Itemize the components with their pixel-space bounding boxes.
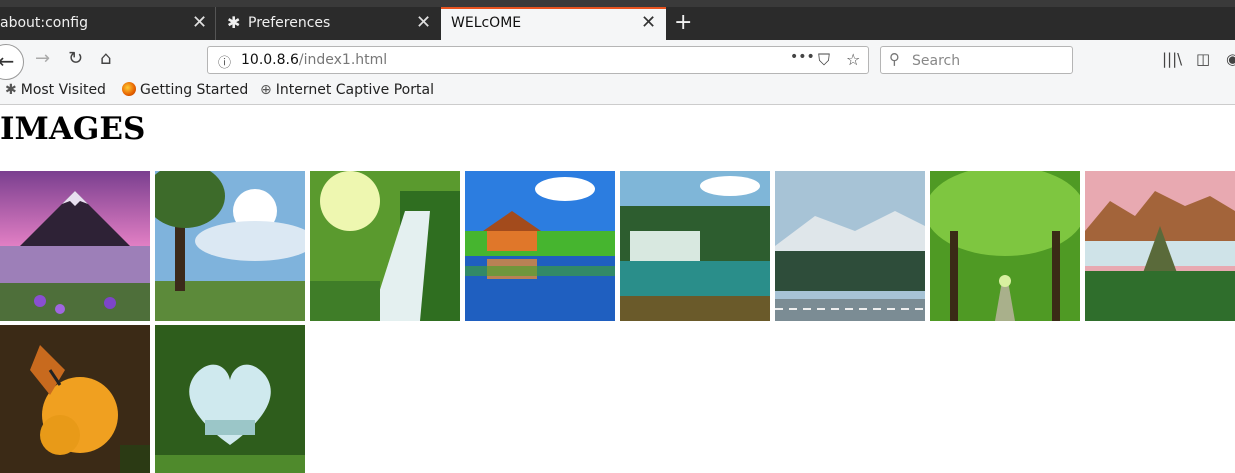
bookmark-captive-portal[interactable]: ⊕ Internet Captive Portal: [260, 82, 434, 98]
bookmarks-toolbar: ✱ Most Visited Getting Started ⊕ Internet …: [0, 80, 1235, 105]
account-icon[interactable]: ◉: [1226, 50, 1235, 68]
page-actions-icon[interactable]: •••: [790, 49, 815, 65]
page-heading: IMAGES: [0, 111, 146, 147]
new-tab-icon[interactable]: +: [674, 10, 692, 35]
nav-bar: ← → ↻ ⌂ ⓘ 10.0.8.6/index1.html ••• ⛉ ☆ ⚲…: [0, 40, 1235, 80]
url-text[interactable]: 10.0.8.6/index1.html: [241, 52, 387, 68]
search-placeholder: Search: [912, 53, 961, 69]
globe-icon: ⊕: [260, 82, 272, 98]
image-mountain-road: [775, 171, 925, 321]
pocket-icon[interactable]: ⛉: [818, 50, 830, 70]
url-bar[interactable]: ⓘ 10.0.8.6/index1.html ••• ⛉ ☆: [207, 46, 869, 74]
title-bar: [0, 0, 1235, 7]
bookmark-star-icon[interactable]: ☆: [846, 50, 860, 69]
image-forest-waterfall: [310, 171, 460, 321]
image-mountain-lake-flowers: [0, 171, 150, 321]
search-icon: ⚲: [889, 50, 900, 68]
image-heart-shaped-foliage: [155, 325, 305, 473]
image-green-tree-tunnel: [930, 171, 1080, 321]
sidebar-icon[interactable]: ◫: [1196, 50, 1210, 68]
close-icon[interactable]: ✕: [192, 12, 207, 33]
tab-label: Preferences: [248, 15, 331, 31]
library-icon[interactable]: |||\: [1162, 50, 1182, 68]
gear-icon: ✱: [227, 13, 241, 32]
gear-icon: ✱: [5, 82, 17, 98]
forward-icon[interactable]: →: [35, 48, 50, 69]
image-house-reflection: [465, 171, 615, 321]
close-icon[interactable]: ✕: [416, 12, 431, 33]
firefox-icon: [122, 82, 136, 96]
back-icon[interactable]: ←: [0, 44, 24, 80]
bookmark-most-visited[interactable]: ✱ Most Visited: [5, 82, 106, 98]
image-butterfly-orange-flower: [0, 325, 150, 473]
home-icon[interactable]: ⌂: [100, 48, 111, 69]
tab-welcome[interactable]: WELcOME ✕: [441, 7, 666, 40]
page-content: IMAGES: [0, 105, 1235, 473]
tab-label: about:config: [0, 15, 88, 31]
search-input[interactable]: ⚲ Search: [880, 46, 1073, 74]
bookmark-getting-started[interactable]: Getting Started: [122, 82, 248, 98]
info-icon[interactable]: ⓘ: [218, 52, 231, 71]
tab-preferences[interactable]: ✱ Preferences ✕: [217, 7, 440, 40]
tab-label: WELcOME: [451, 15, 522, 31]
tab-strip: about:config ✕ ✱ Preferences ✕ WELcOME ✕…: [0, 7, 1235, 40]
image-tropical-waterfall: [620, 171, 770, 321]
image-misty-karst-mountains: [1085, 171, 1235, 321]
tab-about-config[interactable]: about:config ✕: [0, 7, 216, 40]
close-icon[interactable]: ✕: [641, 12, 656, 33]
reload-icon[interactable]: ↻: [68, 48, 83, 69]
image-tree-sun-sky: [155, 171, 305, 321]
